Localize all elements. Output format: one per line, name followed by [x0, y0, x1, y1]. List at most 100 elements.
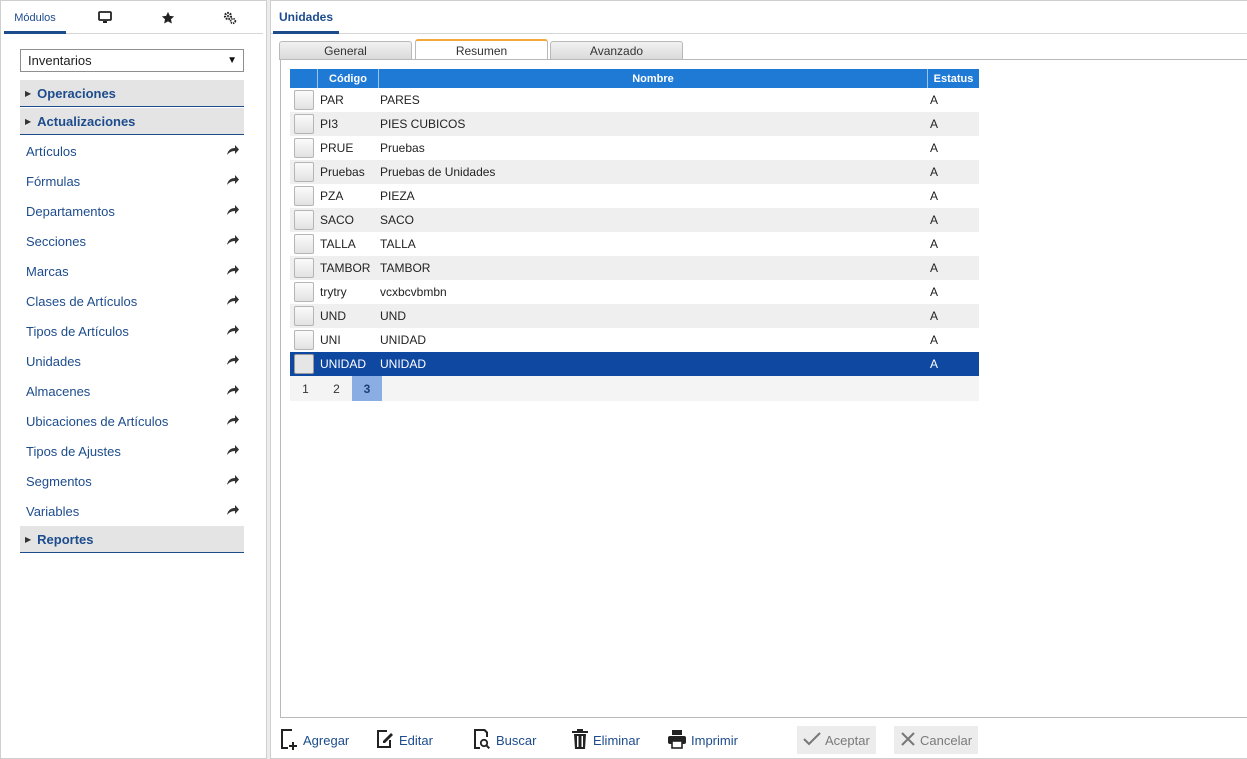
cell-nombre: SACO	[380, 213, 415, 227]
sidebar-item-label: Tipos de Ajustes	[26, 443, 121, 459]
sidebar-item-formulas[interactable]: Fórmulas	[20, 166, 244, 196]
sidebar-item-almacenes[interactable]: Almacenes	[20, 376, 244, 406]
cell-nombre: UND	[380, 309, 406, 323]
row-select-checkbox[interactable]	[294, 258, 314, 278]
share-arrow-icon	[226, 143, 240, 157]
row-select-checkbox[interactable]	[294, 282, 314, 302]
cancelar-button[interactable]: Cancelar	[894, 726, 979, 754]
tab-favorites[interactable]	[137, 4, 199, 34]
tab-settings[interactable]	[199, 4, 261, 34]
sidebar-item-label: Unidades	[26, 353, 81, 369]
table-row[interactable]: PRUE Pruebas A	[290, 136, 979, 160]
row-select-checkbox[interactable]	[294, 162, 314, 182]
table-row[interactable]: UNI UNIDAD A	[290, 328, 979, 352]
page-button-3[interactable]: 3	[352, 376, 382, 401]
row-select-cell	[290, 136, 318, 160]
row-select-cell	[290, 256, 318, 280]
sidebar-item-tipos-de-articulos[interactable]: Tipos de Artículos	[20, 316, 244, 346]
table-row[interactable]: PAR PARES A	[290, 88, 979, 112]
page-button-2[interactable]: 2	[321, 376, 352, 401]
table-row[interactable]: UNIDAD UNIDAD A	[290, 352, 979, 376]
sidebar-item-label: Segmentos	[26, 473, 92, 489]
sidebar-item-ubicaciones-de-articulos[interactable]: Ubicaciones de Artículos	[20, 406, 244, 436]
sidebar-item-articulos[interactable]: Artículos	[20, 136, 244, 166]
grid-body: PAR PARES A PI3 PIES CUBICOS A PRUE Pruebas A Pru…	[290, 88, 979, 376]
search-document-icon	[472, 728, 496, 753]
title-bar: Unidades	[271, 3, 1247, 34]
imprimir-button[interactable]: Imprimir	[667, 726, 738, 754]
row-select-checkbox[interactable]	[294, 186, 314, 206]
cell-codigo: UND	[320, 309, 346, 323]
cell-codigo: TALLA	[320, 237, 356, 251]
cell-codigo: trytry	[320, 285, 347, 299]
table-row[interactable]: PZA PIEZA A	[290, 184, 979, 208]
share-arrow-icon	[226, 233, 240, 247]
cancelar-label: Cancelar	[920, 732, 973, 748]
sidebar-item-marcas[interactable]: Marcas	[20, 256, 244, 286]
header-estatus[interactable]: Estatus	[928, 69, 979, 88]
header-nombre[interactable]: Nombre	[379, 69, 928, 88]
share-arrow-icon	[226, 503, 240, 517]
aceptar-button[interactable]: Aceptar	[797, 726, 876, 754]
cell-nombre: Pruebas de Unidades	[380, 165, 496, 179]
subtab-general[interactable]: General	[279, 41, 412, 60]
cell-estatus: A	[930, 333, 939, 347]
row-select-checkbox[interactable]	[294, 210, 314, 230]
row-select-checkbox[interactable]	[294, 330, 314, 350]
row-select-cell	[290, 184, 318, 208]
row-select-cell	[290, 88, 318, 112]
row-select-cell	[290, 232, 318, 256]
cell-codigo: PZA	[320, 189, 344, 203]
row-select-checkbox[interactable]	[294, 114, 314, 134]
row-select-checkbox[interactable]	[294, 354, 314, 374]
sidebar-item-label: Clases de Artículos	[26, 293, 138, 309]
sidebar-item-departamentos[interactable]: Departamentos	[20, 196, 244, 226]
share-arrow-icon	[226, 323, 240, 337]
sidebar-item-label: Departamentos	[26, 203, 115, 219]
cell-nombre: vcxbcvbmbn	[380, 285, 447, 299]
section-actualizaciones[interactable]: ▶ Actualizaciones	[20, 108, 244, 135]
editar-button[interactable]: Editar	[375, 726, 433, 754]
section-operaciones[interactable]: ▶ Operaciones	[20, 80, 244, 107]
sidebar-item-tipos-de-ajustes[interactable]: Tipos de Ajustes	[20, 436, 244, 466]
page-button-1[interactable]: 1	[290, 376, 321, 401]
tab-monitor[interactable]	[74, 4, 136, 34]
buscar-button[interactable]: Buscar	[472, 726, 536, 754]
sidebar-item-segmentos[interactable]: Segmentos	[20, 466, 244, 496]
page-title[interactable]: Unidades	[273, 3, 339, 34]
tab-modulos[interactable]: Módulos	[4, 4, 66, 34]
share-arrow-icon	[226, 443, 240, 457]
row-select-checkbox[interactable]	[294, 138, 314, 158]
agregar-button[interactable]: Agregar	[279, 726, 349, 754]
cell-codigo: SACO	[320, 213, 355, 227]
subtab-resumen[interactable]: Resumen	[415, 39, 548, 60]
header-codigo[interactable]: Código	[318, 69, 379, 88]
cell-codigo: Pruebas	[320, 165, 365, 179]
sidebar-item-secciones[interactable]: Secciones	[20, 226, 244, 256]
sidebar-item-clases-de-articulos[interactable]: Clases de Artículos	[20, 286, 244, 316]
left-panel: Módulos Inventarios ▼ ▶ Operaciones ▶ Ac…	[0, 0, 267, 759]
cell-codigo: TAMBOR	[320, 261, 371, 275]
row-select-checkbox[interactable]	[294, 234, 314, 254]
cell-nombre: UNIDAD	[380, 357, 427, 371]
row-select-checkbox[interactable]	[294, 90, 314, 110]
table-row[interactable]: TAMBOR TAMBOR A	[290, 256, 979, 280]
table-row[interactable]: UND UND A	[290, 304, 979, 328]
table-row[interactable]: SACO SACO A	[290, 208, 979, 232]
table-row[interactable]: TALLA TALLA A	[290, 232, 979, 256]
cell-nombre: UNIDAD	[380, 333, 427, 347]
table-row[interactable]: trytry vcxbcvbmbn A	[290, 280, 979, 304]
cell-estatus: A	[930, 165, 939, 179]
row-select-checkbox[interactable]	[294, 306, 314, 326]
section-reportes[interactable]: ▶ Reportes	[20, 526, 244, 553]
table-row[interactable]: PI3 PIES CUBICOS A	[290, 112, 979, 136]
subtab-avanzado[interactable]: Avanzado	[550, 41, 683, 60]
table-row[interactable]: Pruebas Pruebas de Unidades A	[290, 160, 979, 184]
cell-nombre: Pruebas	[380, 141, 425, 155]
sidebar-item-label: Almacenes	[26, 383, 91, 399]
eliminar-button[interactable]: Eliminar	[571, 726, 640, 754]
sidebar-item-variables[interactable]: Variables	[20, 496, 244, 526]
module-select-value: Inventarios	[28, 53, 92, 68]
sidebar-item-unidades[interactable]: Unidades	[20, 346, 244, 376]
module-select[interactable]: Inventarios ▼	[20, 49, 244, 72]
